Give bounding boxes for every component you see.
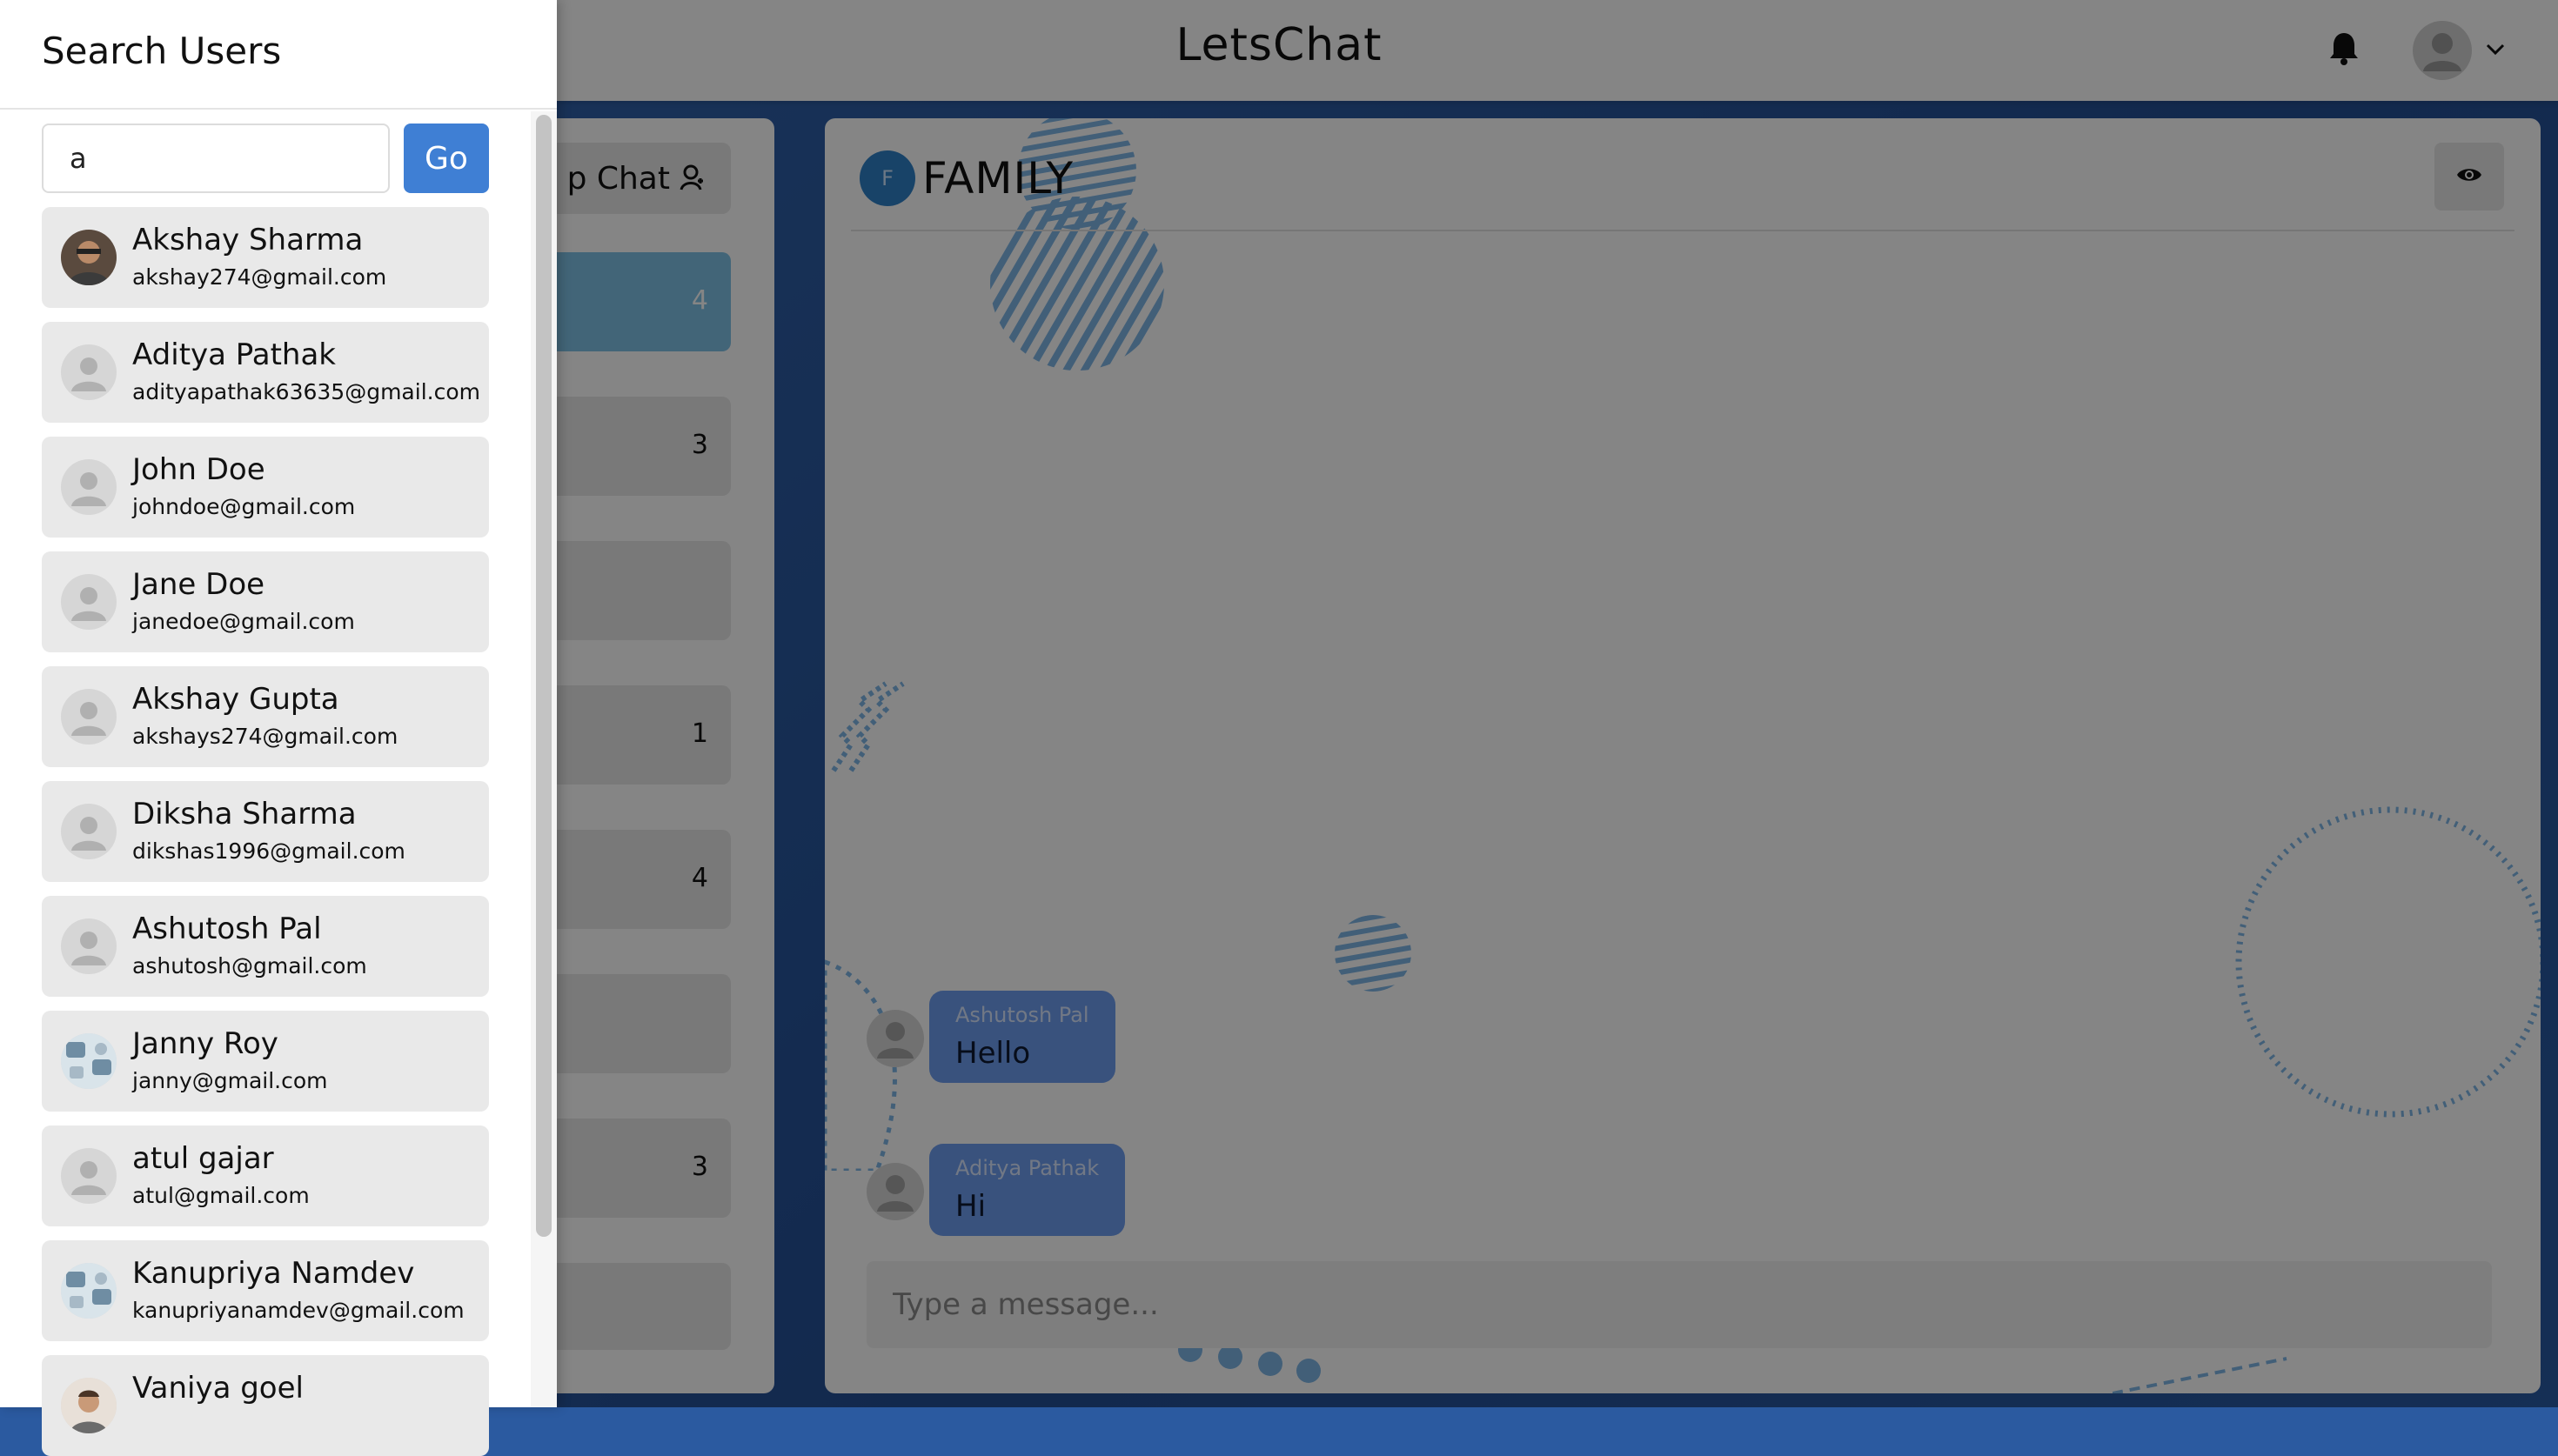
user-email: akshay274@gmail.com	[132, 264, 387, 290]
user-name: Diksha Sharma	[132, 797, 357, 832]
user-email: ashutosh@gmail.com	[132, 953, 367, 978]
user-name: Jane Doe	[132, 567, 265, 602]
user-name: Kanupriya Namdev	[132, 1256, 415, 1291]
search-users-drawer: Search Users Go Akshay Sharma akshay274@…	[0, 0, 557, 1456]
drawer-title: Search Users	[42, 30, 282, 72]
user-list-item[interactable]: Akshay Gupta akshays274@gmail.com	[42, 666, 489, 767]
scrollbar-thumb[interactable]	[536, 115, 552, 1237]
user-email: janedoe@gmail.com	[132, 609, 355, 634]
user-name: Akshay Gupta	[132, 682, 339, 717]
user-list-item[interactable]: atul gajar atul@gmail.com	[42, 1125, 489, 1226]
user-name: atul gajar	[132, 1141, 274, 1176]
user-list-item[interactable]: Aditya Pathak adityapathak63635@gmail.co…	[42, 322, 489, 423]
user-email: akshays274@gmail.com	[132, 724, 398, 749]
user-avatar	[61, 344, 117, 400]
user-list-item[interactable]: Diksha Sharma dikshas1996@gmail.com	[42, 781, 489, 882]
user-list-item[interactable]: Jane Doe janedoe@gmail.com	[42, 551, 489, 652]
user-avatar	[61, 230, 117, 285]
user-name: John Doe	[132, 452, 265, 487]
divider	[0, 108, 557, 110]
user-email: johndoe@gmail.com	[132, 494, 356, 519]
user-avatar	[61, 1033, 117, 1089]
user-list-item[interactable]: Kanupriya Namdev kanupriyanamdev@gmail.c…	[42, 1240, 489, 1341]
user-list-item[interactable]: Janny Roy janny@gmail.com	[42, 1011, 489, 1112]
user-name: Aditya Pathak	[132, 337, 336, 372]
user-avatar	[61, 1148, 117, 1204]
user-avatar	[61, 574, 117, 630]
user-name: Ashutosh Pal	[132, 912, 322, 946]
user-email: kanupriyanamdev@gmail.com	[132, 1298, 465, 1323]
user-name: Vaniya goel	[132, 1371, 304, 1406]
user-email: adityapathak63635@gmail.com	[132, 379, 480, 404]
go-button[interactable]: Go	[404, 124, 489, 193]
user-list-item[interactable]: Vaniya goel	[42, 1355, 489, 1456]
user-avatar	[61, 918, 117, 974]
user-list-item[interactable]: Ashutosh Pal ashutosh@gmail.com	[42, 896, 489, 997]
user-list-item[interactable]: Akshay Sharma akshay274@gmail.com	[42, 207, 489, 308]
user-list-item[interactable]: John Doe johndoe@gmail.com	[42, 437, 489, 538]
user-avatar	[61, 1263, 117, 1319]
user-avatar	[61, 459, 117, 515]
user-email: atul@gmail.com	[132, 1183, 310, 1208]
user-email: dikshas1996@gmail.com	[132, 838, 405, 864]
user-avatar	[61, 804, 117, 859]
user-email: janny@gmail.com	[132, 1068, 328, 1093]
user-avatar	[61, 1378, 117, 1433]
user-name: Janny Roy	[132, 1026, 278, 1061]
user-avatar	[61, 689, 117, 745]
search-input[interactable]	[42, 124, 390, 193]
user-name: Akshay Sharma	[132, 223, 364, 257]
